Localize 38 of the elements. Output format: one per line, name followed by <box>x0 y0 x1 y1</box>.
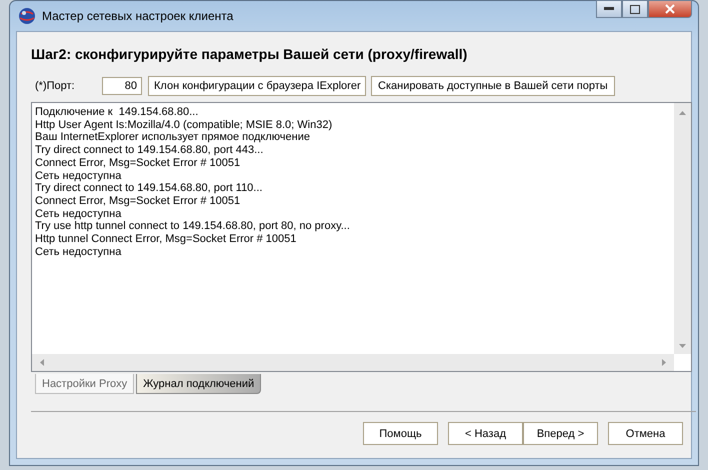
dialog-button[interactable]: Помощь <box>363 422 438 445</box>
log-line: Connect Error, Msg=Socket Error # 10051 <box>35 194 242 208</box>
step-heading: Шаг2: сконфигурируйте параметры Вашей сети (proxy/firewall) <box>31 46 468 64</box>
log-line: Try direct connect to 149.154.68.80, port 110... <box>35 182 264 195</box>
tab[interactable]: Журнал подключений <box>136 374 262 394</box>
log-line: Сеть недоступна <box>35 208 122 220</box>
up-arrow-icon[interactable] <box>679 111 686 115</box>
window-title: Мастер сетевых настроек клиента <box>42 9 234 23</box>
toolbar-button[interactable]: Сканировать доступные в Вашей сети порты <box>371 76 615 96</box>
dialog-button[interactable]: Отмена <box>608 422 683 445</box>
log-line: Try use http tunnel connect to 149.154.68.80, port 80, no proxy... <box>35 220 351 234</box>
dialog-button[interactable]: Вперед > <box>523 422 598 445</box>
right-arrow-icon[interactable] <box>662 359 666 366</box>
left-arrow-icon[interactable] <box>40 359 44 366</box>
close-button[interactable] <box>648 0 692 18</box>
port-field[interactable]: 80 <box>102 77 142 95</box>
minimize-icon <box>604 7 614 11</box>
maximize-icon <box>630 4 640 14</box>
globe-icon <box>18 7 36 25</box>
close-icon <box>665 4 675 14</box>
log-area[interactable] <box>31 102 692 372</box>
log-line: Try direct connect to 149.154.68.80, port 443... <box>35 144 264 157</box>
down-arrow-icon[interactable] <box>679 344 686 348</box>
maximize-button[interactable] <box>622 0 648 18</box>
log-line: Подключение к 149.154.68.80... <box>35 106 200 119</box>
minimize-button[interactable] <box>596 0 622 18</box>
log-line: Connect Error, Msg=Socket Error # 10051 <box>35 156 242 170</box>
log-line: Http User Agent Is:Mozilla/4.0 (compatible; MSIE 8.0; Win32) <box>35 118 334 132</box>
log-line: Сеть недоступна <box>35 170 122 182</box>
vertical-scrollbar[interactable] <box>674 103 691 354</box>
port-label: (*)Порт: <box>34 80 76 92</box>
dialog-button[interactable]: < Назад <box>448 422 523 445</box>
log-line: Ваш InternetExplorer использует прямое подключение <box>35 131 311 144</box>
tab[interactable]: Настройки Proxy <box>35 374 134 394</box>
horizontal-scrollbar[interactable] <box>32 354 674 371</box>
log-line: Http tunnel Connect Error, Msg=Socket Error # 10051 <box>35 233 298 246</box>
toolbar-button[interactable]: Клон конфигурации с браузера IExplorer <box>148 76 366 96</box>
log-line: Сеть недоступна <box>35 246 122 258</box>
